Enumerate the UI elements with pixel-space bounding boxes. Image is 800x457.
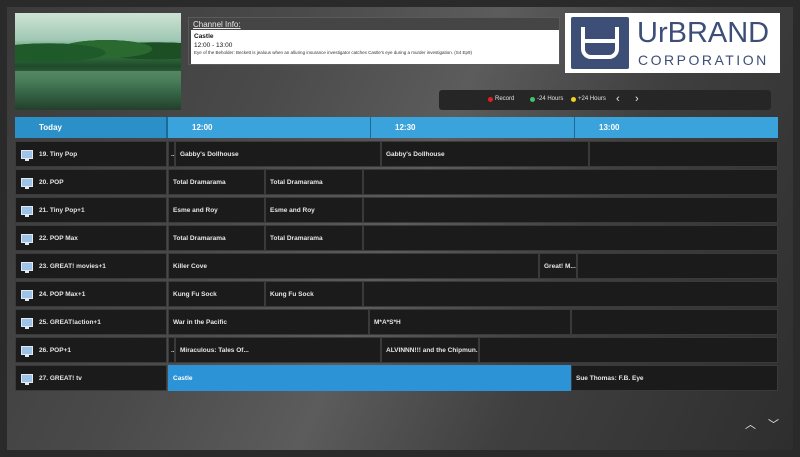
tv-icon [21,289,33,301]
header-today: Today [15,117,167,138]
program-cell[interactable] [479,337,778,363]
plus-24-hours-button[interactable]: +24 Hours [571,96,606,102]
minus-24-hours-button[interactable]: -24 Hours [530,96,563,102]
program-cell[interactable]: Gabby's Dollhouse [381,141,589,167]
chevron-up-icon[interactable]: ︿ [745,416,756,432]
program-time: 12:00 - 13:00 [194,42,233,49]
channel-row: 19. Tiny Pop .. Gabby's Dollhouse Gabby'… [15,141,778,167]
channel-cell[interactable]: 23. GREAT! movies+1 [15,253,167,279]
logo-corporation-text: CORPORATION [638,52,769,68]
channel-name: 26. POP+1 [39,346,71,354]
channel-row: 23. GREAT! movies+1 Killer Cove Great! M… [15,253,778,279]
channel-name: 24. POP Max+1 [39,290,86,298]
minus-24-label: -24 Hours [537,96,564,102]
channel-name: 25. GREAT!action+1 [39,318,101,326]
program-cell[interactable]: Esme and Roy [168,197,265,223]
program-cell[interactable]: Miraculous: Tales Of... [175,337,381,363]
program-cell[interactable]: Great! M... [539,253,577,279]
channel-name: 21. Tiny Pop+1 [39,206,85,214]
logo-brand-text: UrBRAND [637,17,770,49]
logo-mark-icon [571,17,629,69]
program-cell[interactable] [577,253,778,279]
channel-cell[interactable]: 26. POP+1 [15,337,167,363]
chevron-down-icon[interactable]: ﹀ [768,416,779,432]
control-bar: Record -24 Hours +24 Hours ‹ › [439,90,771,110]
channel-row: 26. POP+1 .. Miraculous: Tales Of... ALV… [15,337,778,363]
program-cell[interactable]: Killer Cove [168,253,539,279]
program-cell[interactable]: Total Dramarama [265,225,363,251]
program-cell[interactable]: Sue Thomas: F.B. Eye [571,365,778,391]
program-cell[interactable] [589,141,778,167]
channel-name: 19. Tiny Pop [39,150,78,158]
program-cell[interactable]: .. [168,337,175,363]
channel-cell[interactable]: 25. GREAT!action+1 [15,309,167,335]
chevron-left-icon[interactable]: ‹ [616,93,620,105]
program-cell[interactable]: Gabby's Dollhouse [175,141,381,167]
record-dot-icon [488,96,493,102]
channel-preview-image [15,13,181,110]
preview-trees [15,31,181,67]
channel-name: 27. GREAT! tv [39,374,82,382]
program-cell-selected[interactable]: Castle [168,365,571,391]
channel-info-panel: Channel Info: Castle 12:00 - 13:00 Eye o… [188,17,560,65]
program-cell[interactable] [571,309,778,335]
tv-icon [21,205,33,217]
tv-icon [21,345,33,357]
program-cell[interactable] [363,281,778,307]
program-cell[interactable] [363,225,778,251]
program-cell[interactable] [363,169,778,195]
program-cell[interactable]: Kung Fu Sock [265,281,363,307]
time-header-row: Today 12:00 12:30 13:00 [15,117,778,138]
program-name: Castle [194,33,214,40]
channel-cell[interactable]: 27. GREAT! tv [15,365,167,391]
green-dot-icon [530,96,535,102]
channel-row: 21. Tiny Pop+1 Esme and Roy Esme and Roy [15,197,778,223]
brand-logo: UrBRAND CORPORATION [565,13,780,73]
program-cell[interactable] [363,197,778,223]
channel-name: 20. POP [39,178,64,186]
channel-row: 25. GREAT!action+1 War in the Pacific M*… [15,309,778,335]
header-time-slot: 12:30 [370,117,574,138]
program-cell[interactable]: M*A*S*H [369,309,571,335]
tv-icon [21,373,33,385]
program-cell[interactable]: ALVINNN!!! and the Chipmun... [381,337,479,363]
program-cell[interactable]: Esme and Roy [265,197,363,223]
tv-icon [21,149,33,161]
preview-water [15,71,181,110]
tv-icon [21,177,33,189]
channel-cell[interactable]: 22. POP Max [15,225,167,251]
program-cell[interactable]: Total Dramarama [168,169,265,195]
channel-row: 22. POP Max Total Dramarama Total Dramar… [15,225,778,251]
plus-24-label: +24 Hours [578,96,606,102]
channel-info-box: Castle 12:00 - 13:00 Eye of the Beholder… [191,30,559,64]
channel-name: 23. GREAT! movies+1 [39,262,106,270]
program-cell[interactable]: Total Dramarama [168,225,265,251]
channel-row: 24. POP Max+1 Kung Fu Sock Kung Fu Sock [15,281,778,307]
channel-row: 27. GREAT! tv Castle Sue Thomas: F.B. Ey… [15,365,778,391]
header-time-slot: 13:00 [574,117,778,138]
tv-icon [21,261,33,273]
channel-cell[interactable]: 21. Tiny Pop+1 [15,197,167,223]
channel-cell[interactable]: 19. Tiny Pop [15,141,167,167]
channel-row: 20. POP Total Dramarama Total Dramarama [15,169,778,195]
chevron-right-icon[interactable]: › [635,93,639,105]
program-cell[interactable]: .. [168,141,175,167]
yellow-dot-icon [571,96,576,102]
channel-info-title: Channel Info: [193,20,241,29]
record-button[interactable]: Record [488,96,514,102]
program-cell[interactable]: Kung Fu Sock [168,281,265,307]
header-time-slot: 12:00 [167,117,370,138]
tv-icon [21,233,33,245]
record-label: Record [495,96,515,102]
program-cell[interactable]: War in the Pacific [168,309,369,335]
program-cell[interactable]: Total Dramarama [265,169,363,195]
channel-name: 22. POP Max [39,234,78,242]
program-description: Eye of the Beholder: Beckett is jealous … [194,50,473,55]
channel-cell[interactable]: 20. POP [15,169,167,195]
channel-cell[interactable]: 24. POP Max+1 [15,281,167,307]
tv-icon [21,317,33,329]
